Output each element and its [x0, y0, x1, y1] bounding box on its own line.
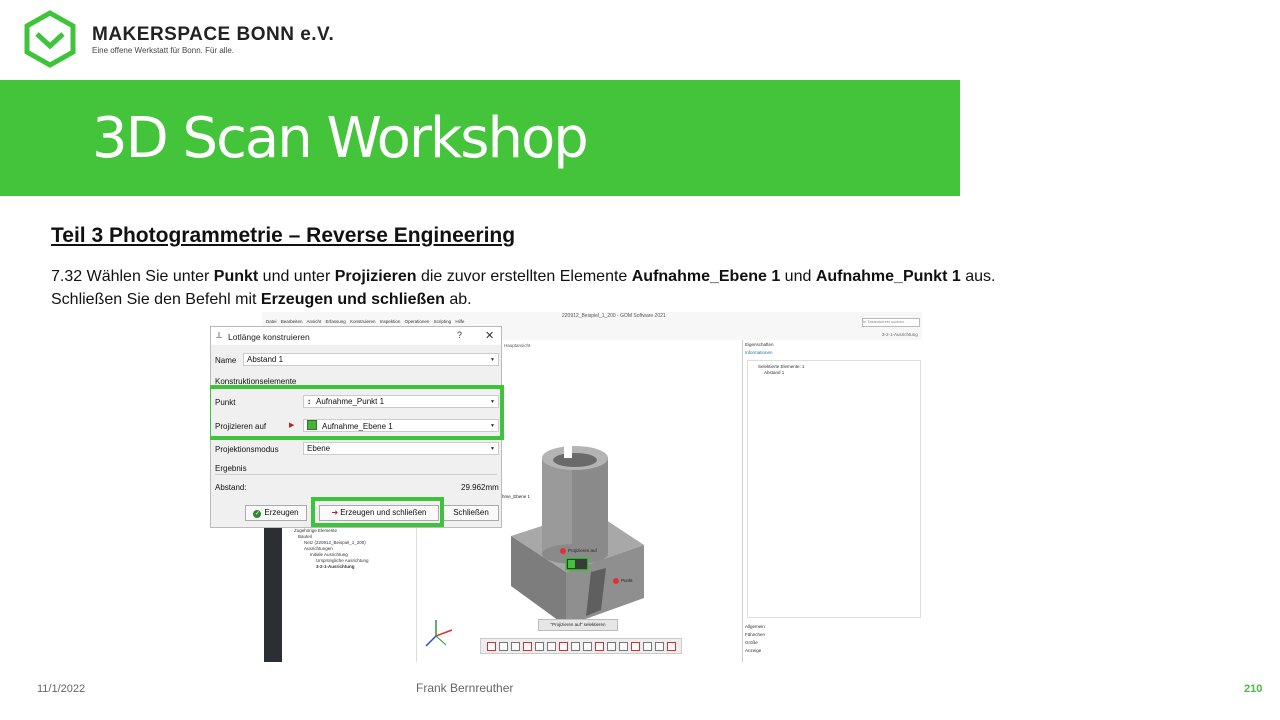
instruction-text: ab.	[444, 291, 472, 308]
point-label: Punkt	[621, 578, 633, 583]
app-menu-bar[interactable]: Datei Bearbeiten Ansicht Erfassung Konst…	[266, 319, 464, 324]
perpendicular-icon: ⟂	[216, 330, 223, 340]
plane-label: hme_Ebene 1	[502, 494, 531, 499]
divider	[215, 474, 497, 475]
app-title: 220912_Beispiel_1_200 - GOM Software 202…	[562, 313, 666, 319]
create-button[interactable]: ✓ Erzeugen	[245, 505, 307, 521]
properties-panel: Eigenschaften Informationen Selektierte …	[742, 340, 922, 662]
instruction-text: und unter	[258, 268, 335, 285]
alignment-selector[interactable]: 3-2-1-Ausrichtung	[882, 332, 918, 337]
tree-item[interactable]: Initiale Ausrichtung	[310, 552, 348, 557]
selected-count: Selektierte Elemente: 1	[758, 364, 805, 369]
help-button[interactable]: ?	[457, 330, 462, 340]
viewport-toolbar[interactable]	[480, 638, 682, 654]
mode-value: Ebene	[307, 444, 331, 453]
toolbar-tool-icon[interactable]	[523, 642, 532, 651]
toolbar-tool-icon[interactable]	[595, 642, 604, 651]
chevron-down-icon: ▼	[490, 357, 495, 363]
element-tree[interactable]: Zugehörige Elemente Bauteil Netz (220912…	[282, 528, 417, 662]
toolbar-tool-icon[interactable]	[571, 642, 580, 651]
instruction-text: 7.32 Wählen Sie unter	[51, 268, 214, 285]
highlight-frame-button	[311, 497, 444, 527]
distance-value: 29.962mm	[461, 483, 499, 492]
toolbar-tool-icon[interactable]	[607, 642, 616, 651]
app-search-input[interactable]: In Tastenkürzel suchen	[862, 318, 920, 327]
dialog-title: Lotlänge konstruieren	[228, 332, 310, 342]
instruction-text: aus.	[960, 268, 996, 285]
name-field[interactable]: Abstand 1 ▼	[243, 353, 499, 366]
software-screenshot: 220912_Beispiel_1_200 - GOM Software 202…	[210, 312, 922, 662]
mode-select[interactable]: Ebene ▼	[303, 442, 499, 455]
properties-header[interactable]: Eigenschaften	[745, 342, 774, 347]
instruction-bold-term: Aufnahme_Punkt 1	[815, 268, 961, 285]
tree-item[interactable]: 3-2-1-Ausrichtung	[316, 564, 355, 569]
instruction-text: Schließen Sie den Befehl mit	[51, 291, 261, 308]
highlight-frame-fields	[210, 385, 504, 440]
instruction-bold-term: Erzeugen und schließen	[260, 291, 445, 308]
result-section-label: Ergebnis	[215, 464, 247, 473]
construct-dialog: ⟂ Lotlänge konstruieren ? ✕ Name Abstand…	[210, 326, 504, 528]
projected-label: Projizieren auf	[568, 548, 597, 553]
section-title: Teil 3 Photogrammetrie – Reverse Enginee…	[51, 224, 516, 247]
create-button-label: Erzeugen	[264, 508, 299, 517]
tree-item[interactable]: Netz (220912_Beispiel_1_200)	[304, 540, 366, 545]
toolbar-tool-icon[interactable]	[619, 642, 628, 651]
name-value: Abstand 1	[247, 355, 284, 364]
properties-info-tab[interactable]: Informationen	[745, 350, 773, 355]
instruction-bold-term: Aufnahme_Ebene 1	[631, 268, 781, 285]
selected-item: Abstand 1	[764, 370, 785, 375]
toolbar-tool-icon[interactable]	[535, 642, 544, 651]
tree-item[interactable]: Ausrichtungen	[304, 546, 333, 551]
slide-title: 3D Scan Workshop	[92, 106, 589, 171]
close-dialog-button[interactable]: Schließen	[443, 505, 499, 521]
makerspace-logo-icon	[24, 10, 76, 68]
instruction-line-1: 7.32 Wählen Sie unter Punkt und unter Pr…	[51, 268, 995, 286]
toolbar-tool-icon[interactable]	[547, 642, 556, 651]
toolbar-tool-icon[interactable]	[487, 642, 496, 651]
panel-section[interactable]: Größe	[745, 640, 758, 645]
instruction-text: und	[780, 268, 816, 285]
toolbar-tool-icon[interactable]	[511, 642, 520, 651]
distance-label: Abstand:	[215, 483, 247, 492]
properties-box: Selektierte Elemente: 1 Abstand 1	[747, 360, 921, 618]
name-label: Name	[215, 356, 237, 365]
toolbar-tool-icon[interactable]	[655, 642, 664, 651]
left-sidebar	[264, 528, 282, 662]
instruction-bold-term: Projizieren	[334, 268, 417, 285]
tree-item[interactable]: Ursprüngliche Ausrichtung	[316, 558, 369, 563]
org-name: MAKERSPACE BONN e.V.	[92, 24, 335, 45]
instruction-line-2: Schließen Sie den Befehl mit Erzeugen un…	[51, 291, 472, 309]
footer-author: Frank Bernreuther	[416, 681, 514, 695]
mode-label: Projektionsmodus	[215, 445, 279, 454]
chevron-down-icon: ▼	[490, 446, 495, 452]
toolbar-tool-icon[interactable]	[643, 642, 652, 651]
check-icon: ✓	[253, 510, 262, 518]
panel-section[interactable]: Fähnchen	[745, 632, 765, 637]
org-tagline: Eine offene Werkstatt für Bonn. Für alle…	[92, 46, 234, 55]
tree-item[interactable]: Bauteil	[298, 534, 312, 539]
panel-section[interactable]: Allgemein	[745, 624, 765, 629]
close-button[interactable]: ✕	[485, 329, 494, 342]
page-number: 210	[1244, 683, 1263, 695]
instruction-bold-term: Punkt	[213, 268, 259, 285]
tree-item[interactable]: Zugehörige Elemente	[294, 528, 337, 533]
toolbar-tool-icon[interactable]	[559, 642, 568, 651]
viewport-tab[interactable]: Hauptansicht	[504, 343, 530, 348]
toolbar-tool-icon[interactable]	[583, 642, 592, 651]
toolbar-tool-icon[interactable]	[499, 642, 508, 651]
instruction-text: die zuvor erstellten Elemente	[416, 268, 632, 285]
panel-section[interactable]: Anzeige	[745, 648, 761, 653]
toolbar-tool-icon[interactable]	[667, 642, 676, 651]
footer-date: 11/1/2022	[37, 683, 86, 695]
toolbar-tool-icon[interactable]	[631, 642, 640, 651]
select-projection-button[interactable]: "Projizieren auf" selektieren	[538, 619, 618, 631]
